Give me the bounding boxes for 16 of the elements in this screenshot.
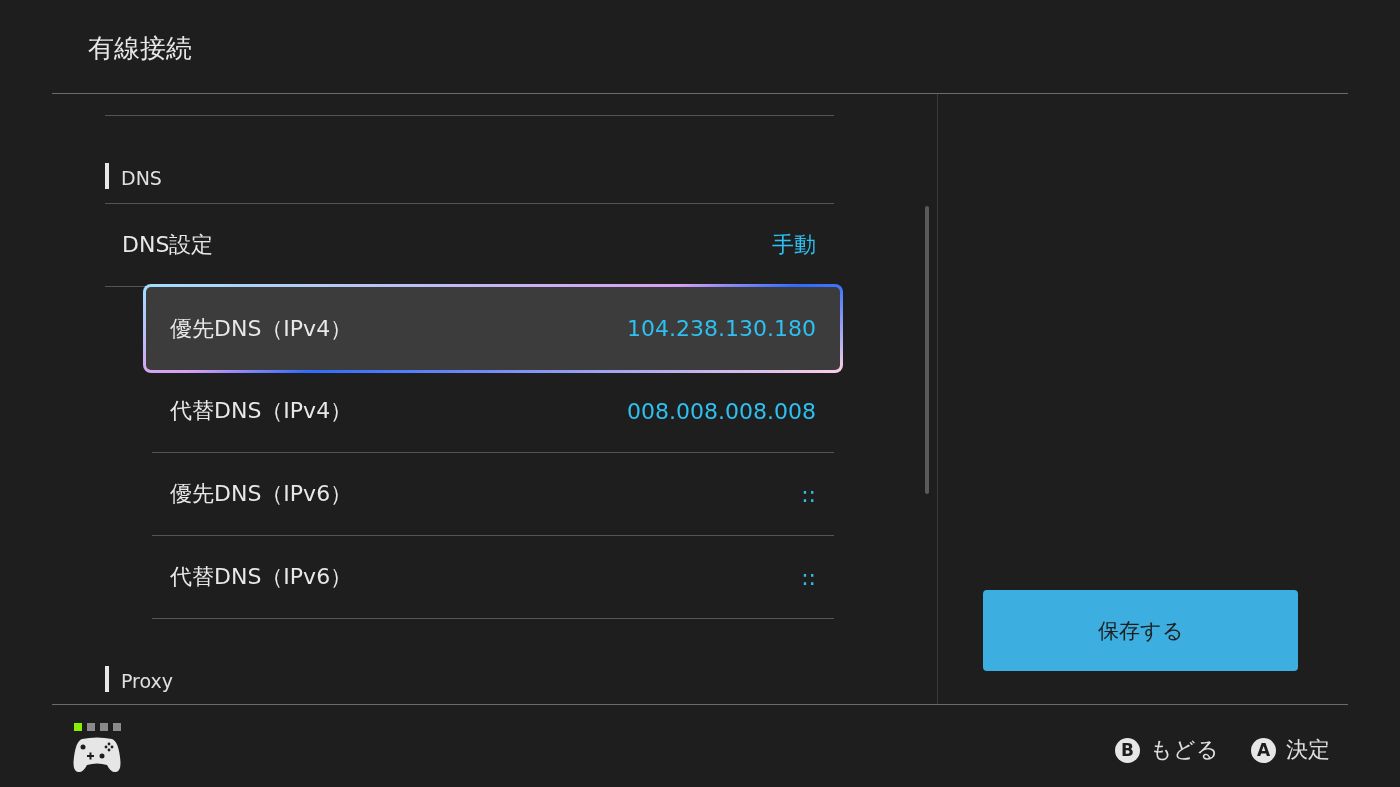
section-marker (105, 163, 109, 189)
window-title: 有線接続 (88, 32, 192, 65)
setting-row[interactable]: 代替DNS（IPv6） :: (152, 536, 834, 619)
section-marker (105, 666, 109, 692)
save-button[interactable]: 保存する (983, 590, 1298, 671)
setting-row[interactable]: 優先DNS（IPv6） :: (152, 453, 834, 536)
section-heading: Proxy (121, 670, 174, 692)
section-heading: DNS (121, 167, 162, 189)
button-glyph-icon: A (1251, 737, 1276, 763)
footer-action[interactable]: もどる (1150, 735, 1219, 765)
button-glyph-icon: B (1115, 737, 1140, 763)
setting-row[interactable]: 優先DNS（IPv4） 104.238.130.180 (143, 284, 843, 373)
footer-action[interactable]: 決定 (1286, 735, 1330, 765)
scrollbar[interactable] (925, 206, 929, 494)
setting-row[interactable]: 代替DNS（IPv4） 008.008.008.008 (152, 370, 834, 453)
gamepad-icon (72, 737, 122, 773)
